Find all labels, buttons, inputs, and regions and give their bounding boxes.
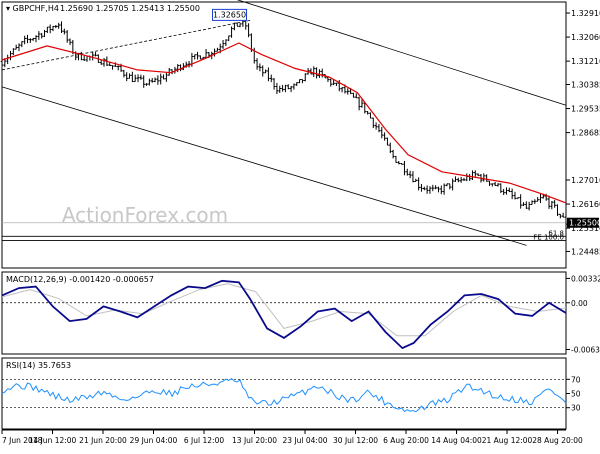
- watermark: ActionForex.com: [62, 203, 228, 227]
- x-tick-label: 30 Jul 12:00: [333, 436, 378, 445]
- price-ytick-label: 1.31210: [571, 57, 600, 66]
- price-ytick-label: 1.24485: [571, 247, 600, 256]
- rsi-ytick-label: 30: [571, 404, 581, 413]
- price-ytick-label: 1.32910: [571, 9, 600, 18]
- chart-symbol-label: ▾ GBPCHF,H4: [6, 4, 59, 13]
- macd-ytick-label: 0.003324: [571, 274, 600, 283]
- x-tick-label: 6 Jul 12:00: [184, 436, 224, 445]
- last-price-label: 1.25500: [569, 219, 600, 228]
- x-tick-label: 13 Jul 20:00: [232, 436, 277, 445]
- peak-label: 1.32650: [213, 10, 246, 19]
- macd-label: MACD(12,26,9) -0.001420 -0.000657: [6, 275, 154, 284]
- price-ytick-label: 1.29535: [571, 105, 600, 114]
- x-tick-label: 23 Jul 04:00: [283, 436, 328, 445]
- x-tick-label: 6 Aug 20:00: [383, 436, 429, 445]
- rsi-label: RSI(14) 35.7653: [6, 361, 71, 370]
- chart-root: ActionForex.com 1.32910 1.32060 1.31210 1.30…: [0, 0, 600, 450]
- x-tick-label: 14 Jun 12:00: [29, 436, 77, 445]
- rsi-ytick-label: 70: [571, 375, 581, 384]
- price-ytick-label: 1.27010: [571, 176, 600, 185]
- panel-frame-2: [1, 357, 567, 430]
- chart-ohlc-label: 1.25690 1.25705 1.25413 1.25500: [60, 4, 200, 13]
- panel-frame-0: [1, 1, 567, 269]
- macd-ytick-label: 0.00: [571, 299, 588, 308]
- x-tick-label: 14 Aug 04:00: [431, 436, 482, 445]
- price-ytick-label: 1.32060: [571, 33, 600, 42]
- panel-frame-1: [1, 271, 567, 355]
- price-ytick-label: 1.28685: [571, 129, 600, 138]
- x-tick-label: 21 Jun 20:00: [79, 436, 127, 445]
- x-tick-label: 29 Jun 04:00: [130, 436, 178, 445]
- x-tick-label: 28 Aug 20:00: [532, 436, 583, 445]
- macd-ytick-label: -0.006381: [571, 345, 600, 354]
- rsi-ytick-label: 50: [571, 390, 581, 399]
- fib-level-label: FE 100.0: [533, 234, 564, 242]
- x-tick-label: 21 Aug 12:00: [482, 436, 533, 445]
- price-ytick-label: 1.30385: [571, 80, 600, 89]
- price-ytick-label: 1.26160: [571, 200, 600, 209]
- forex-chart: ActionForex.com 1.32910 1.32060 1.31210 1.30…: [0, 0, 600, 445]
